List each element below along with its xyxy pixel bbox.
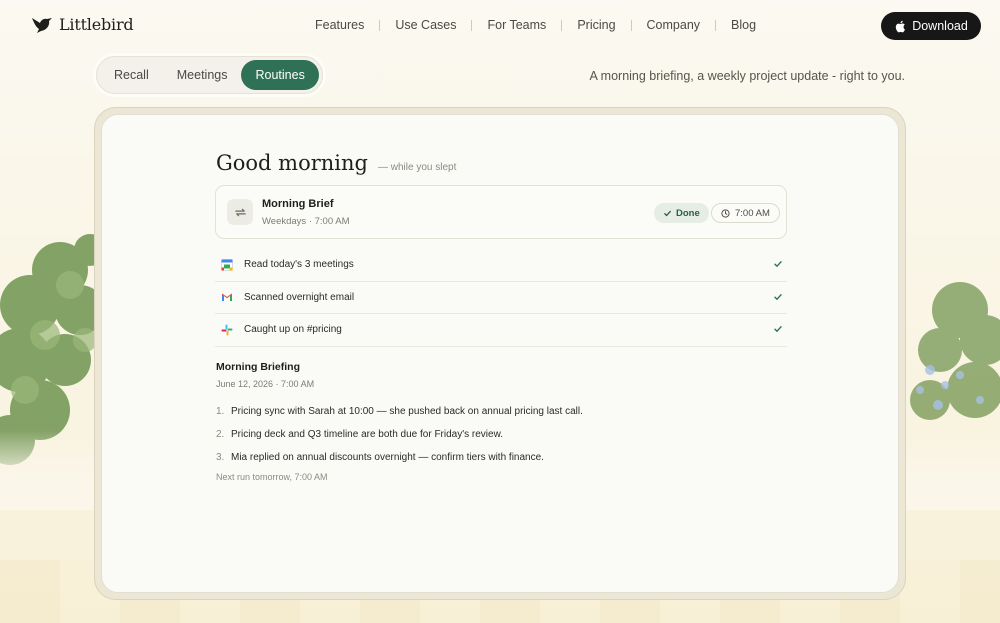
tab-tagline: A morning briefing, a weekly project upd…	[589, 69, 905, 83]
nav-item-company[interactable]: Company	[632, 18, 716, 32]
list-item: 1. Pricing sync with Sarah at 10:00 — sh…	[216, 400, 583, 423]
routine-steps: Read today's 3 meetings Scanned overnigh…	[215, 249, 787, 347]
routine-name: Morning Brief	[262, 198, 334, 210]
list-item: 2. Pricing deck and Q3 timeline are both…	[216, 423, 583, 446]
time-label: 7:00 AM	[735, 207, 770, 219]
check-icon	[774, 293, 782, 300]
nav-item-pricing[interactable]: Pricing	[562, 18, 630, 32]
device-frame: Good morning — while you slept Morning B…	[94, 107, 906, 600]
app-screen: Good morning — while you slept Morning B…	[101, 114, 899, 593]
briefing-title: Morning Briefing	[216, 361, 300, 373]
list-item: Read today's 3 meetings	[215, 249, 787, 282]
check-icon	[774, 326, 782, 332]
time-badge: 7:00 AM	[711, 203, 780, 223]
tab-routines[interactable]: Routines	[241, 60, 319, 90]
list-item: Caught up on #pricing	[215, 314, 787, 347]
product-tabs: Recall Meetings Routines	[96, 56, 323, 94]
greeting-header: Good morning — while you slept	[216, 151, 456, 175]
nav-item-features[interactable]: Features	[300, 18, 379, 32]
check-icon	[664, 210, 671, 216]
item-number: 3.	[216, 452, 225, 463]
clock-icon	[721, 208, 730, 218]
check-icon	[774, 261, 782, 267]
site-header: Littlebird Features Use Cases For Teams …	[0, 0, 1000, 52]
brand-logo[interactable]: Littlebird	[31, 15, 134, 34]
item-text: Pricing sync with Sarah at 10:00 — she p…	[231, 406, 583, 417]
list-item: 3. Mia replied on annual discounts overn…	[216, 446, 583, 469]
greeting-title: Good morning	[216, 151, 368, 175]
step-label: Read today's 3 meetings	[244, 259, 354, 271]
briefing-date: June 12, 2026 · 7:00 AM	[216, 379, 315, 389]
greeting-subtitle: — while you slept	[377, 162, 457, 173]
next-run-note: Next run tomorrow, 7:00 AM	[216, 472, 328, 482]
brand-name: Littlebird	[59, 15, 134, 34]
download-button[interactable]: Download	[881, 12, 981, 40]
tree-illustration-right	[910, 282, 1000, 420]
slack-icon	[220, 323, 234, 337]
tab-recall[interactable]: Recall	[100, 60, 163, 90]
item-number: 1.	[216, 406, 225, 417]
download-label: Download	[912, 19, 968, 33]
google-calendar-icon	[220, 258, 234, 272]
routine-schedule: Weekdays · 7:00 AM	[262, 216, 350, 227]
nav-item-use-cases[interactable]: Use Cases	[380, 18, 471, 32]
main-nav: Features Use Cases For Teams Pricing Com…	[300, 18, 771, 32]
step-label: Caught up on #pricing	[244, 324, 342, 336]
list-item: Scanned overnight email	[215, 282, 787, 314]
nav-item-for-teams[interactable]: For Teams	[472, 18, 561, 32]
item-text: Pricing deck and Q3 timeline are both du…	[231, 429, 504, 440]
routine-card[interactable]: Morning Brief Weekdays · 7:00 AM Done 7:…	[215, 185, 787, 239]
nav-item-blog[interactable]: Blog	[716, 18, 771, 32]
briefing-list: 1. Pricing sync with Sarah at 10:00 — sh…	[216, 400, 583, 469]
step-label: Scanned overnight email	[244, 291, 355, 303]
bird-logo-icon	[32, 17, 52, 33]
item-number: 2.	[216, 429, 225, 440]
status-badge: Done	[654, 203, 709, 223]
item-text: Mia replied on annual discounts overnigh…	[231, 452, 544, 463]
status-label: Done	[676, 207, 700, 219]
gmail-icon	[220, 290, 234, 304]
repeat-icon	[227, 199, 253, 225]
tab-meetings[interactable]: Meetings	[163, 60, 242, 90]
apple-icon	[896, 20, 906, 32]
